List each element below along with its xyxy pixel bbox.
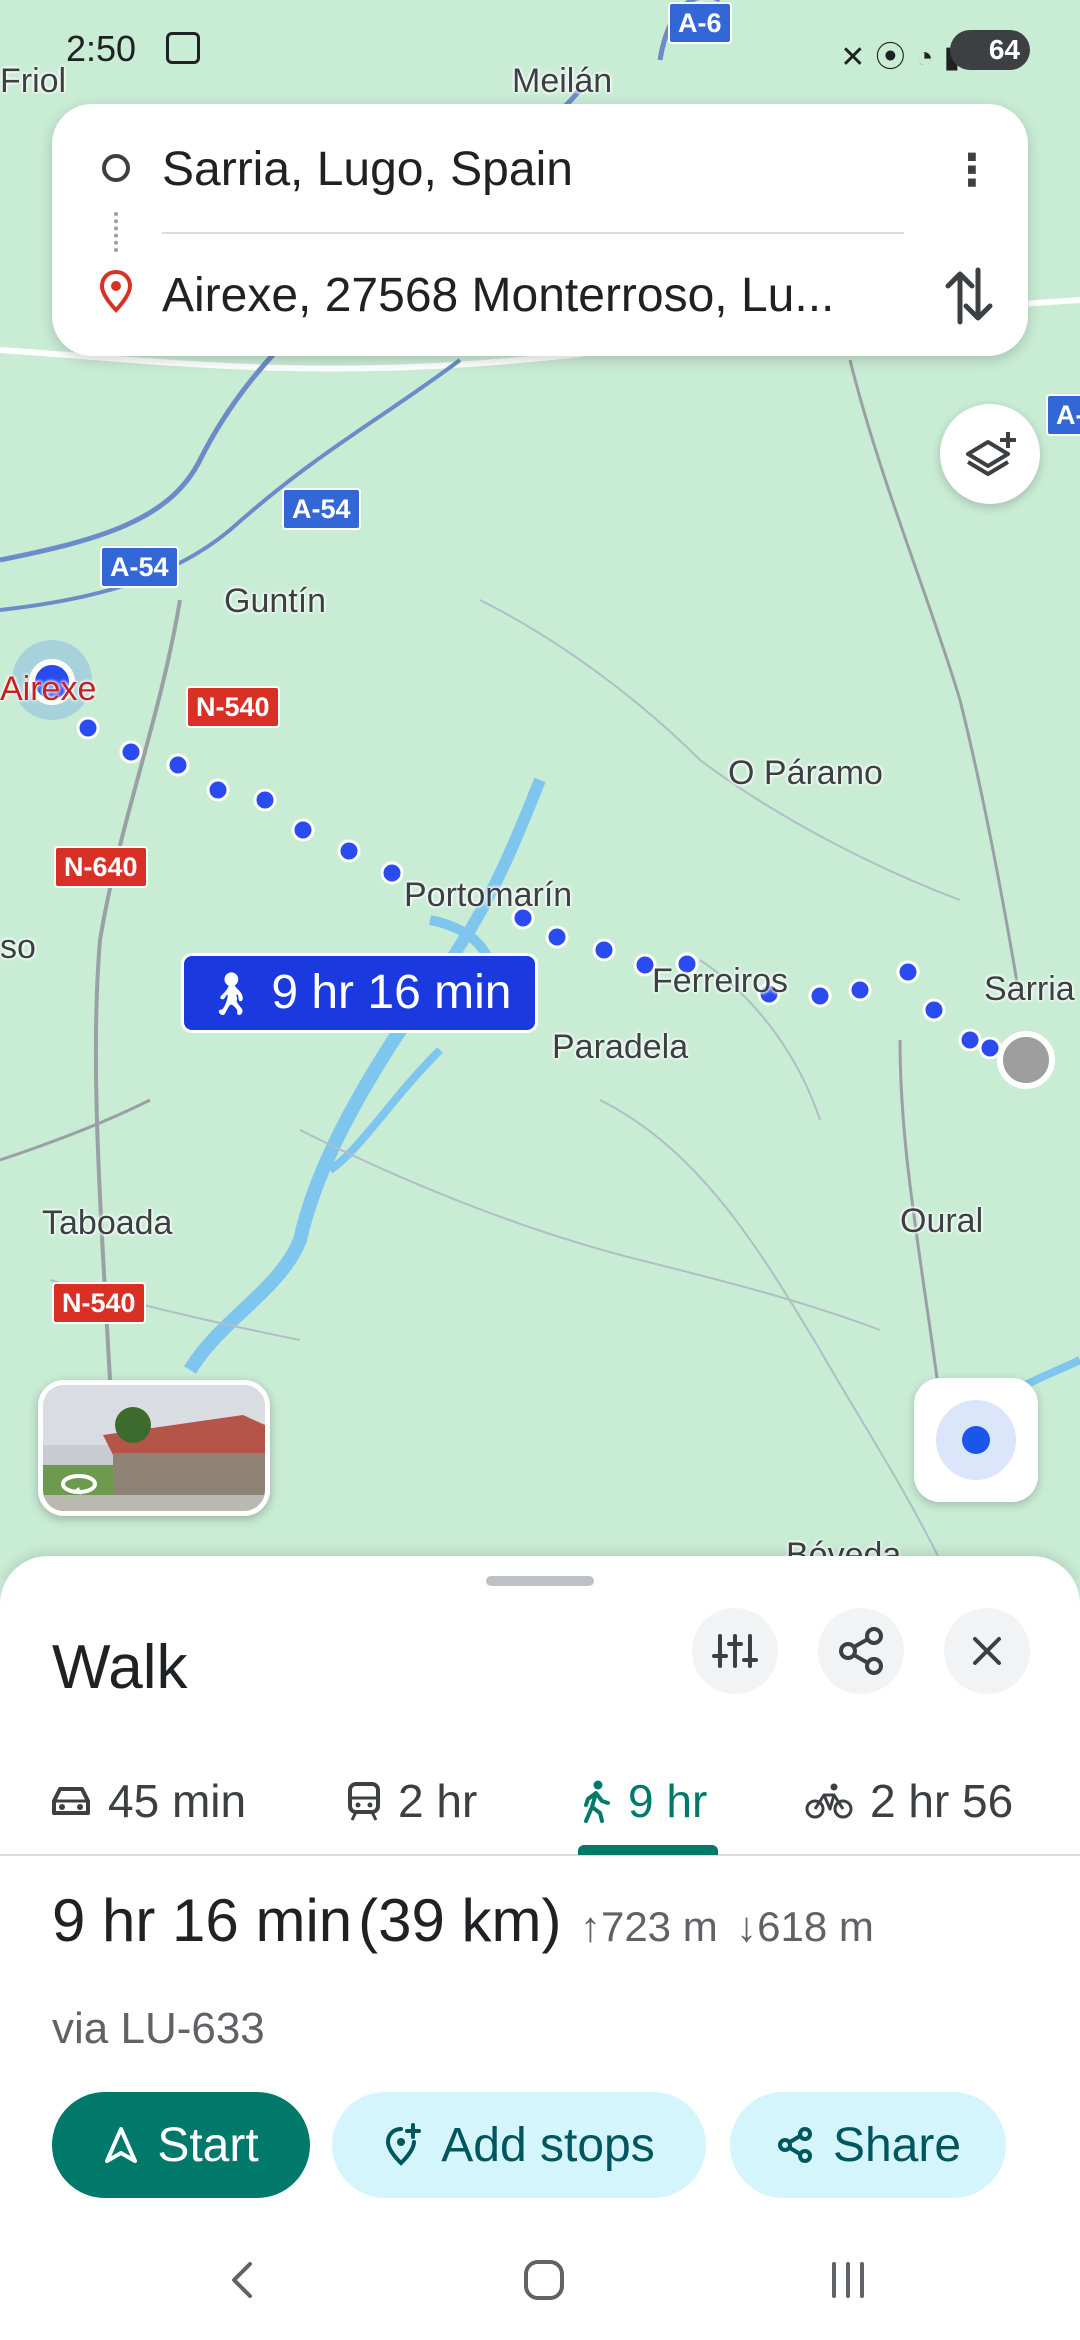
road xyxy=(93,599,182,1381)
road xyxy=(479,599,961,901)
layers-button[interactable] xyxy=(940,404,1040,504)
ascent-value: 723 m xyxy=(600,1903,718,1950)
tab-cycling[interactable]: 2 hr 56 xyxy=(804,1746,1013,1856)
wifi-icon: ◔ xyxy=(915,41,944,74)
route-duration: 9 hr 16 min xyxy=(52,1887,353,1954)
road-shield: A-54 xyxy=(282,488,361,530)
location-icon: ⦿ xyxy=(875,41,916,74)
add-location-icon xyxy=(386,2123,422,2166)
origin-marker[interactable] xyxy=(997,1031,1055,1089)
road-shield: N-540 xyxy=(52,1282,146,1324)
place-label: Taboada xyxy=(42,1204,173,1242)
walk-icon: 🚶︎ xyxy=(204,970,258,1017)
destination-pin-icon xyxy=(99,269,133,313)
route-options-button[interactable] xyxy=(692,1608,778,1694)
system-nav-bar xyxy=(0,2220,1080,2340)
arrow-down-icon: ↓ xyxy=(736,1903,758,1950)
route-duration-text: 9 hr 16 min xyxy=(271,966,512,1019)
route-duration-label[interactable]: 🚶︎ 9 hr 16 min xyxy=(184,956,536,1030)
recents-button[interactable] xyxy=(818,2250,878,2310)
ascent-info: ↑723 m xyxy=(580,1903,718,1950)
road xyxy=(299,1129,881,1331)
status-bar: 2:50 ✕⦿◔▮ 64 xyxy=(0,20,1080,80)
recents-icon xyxy=(832,2262,864,2298)
back-icon xyxy=(232,2262,252,2298)
add-stops-button[interactable]: Add stops xyxy=(332,2092,706,2198)
road xyxy=(599,1099,941,1561)
active-tab-indicator xyxy=(578,1845,718,1855)
place-label: so xyxy=(0,928,36,966)
bike-icon xyxy=(805,1783,853,1819)
my-location-button[interactable] xyxy=(914,1378,1038,1502)
mute-icon: ✕ xyxy=(840,41,876,74)
descent-value: 618 m xyxy=(757,1903,874,1950)
origin-circle-icon xyxy=(102,154,130,182)
place-label: Oural xyxy=(900,1202,984,1240)
place-label: Portomarín xyxy=(404,876,573,914)
river xyxy=(183,996,426,1374)
share-button[interactable]: Share xyxy=(730,2092,1006,2198)
route-distance: (39 km) xyxy=(358,1887,562,1954)
place-label: Paradela xyxy=(552,1028,689,1066)
route-via: via LU-633 xyxy=(52,2004,265,2053)
share-button-label: Share xyxy=(832,2118,962,2172)
sheet-title: Walk xyxy=(52,1633,188,1702)
share-icon xyxy=(839,1627,883,1675)
road xyxy=(0,1098,151,1162)
add-stops-label: Add stops xyxy=(441,2118,655,2172)
tab-cycling-label: 2 hr 56 xyxy=(870,1775,1014,1827)
travel-mode-tabs: 45 min 2 hr 9 hr 2 hr 56 xyxy=(0,1746,1080,1856)
layers-icon xyxy=(966,432,1016,476)
tab-walking[interactable]: 9 hr xyxy=(580,1746,707,1856)
home-icon xyxy=(524,2260,564,2300)
share-icon-button[interactable] xyxy=(818,1608,904,1694)
drag-handle[interactable] xyxy=(486,1576,594,1586)
road-shield: N-640 xyxy=(54,846,148,888)
home-button[interactable] xyxy=(514,2250,574,2310)
road-shield: N-540 xyxy=(186,686,280,728)
tab-driving-label: 45 min xyxy=(108,1775,247,1827)
start-button-label: Start xyxy=(157,2118,259,2172)
origin-field[interactable]: Sarria, Lugo, Spain xyxy=(162,142,573,197)
road-shield: A- xyxy=(1046,394,1080,436)
tab-driving[interactable]: 45 min xyxy=(50,1746,246,1856)
start-button[interactable]: Start xyxy=(52,2092,310,2198)
origin-label: Sarria xyxy=(984,970,1075,1008)
navigation-arrow-icon xyxy=(105,2127,138,2163)
directions-card: Sarria, Lugo, Spain ⋮ Airexe, 27568 Mont… xyxy=(52,104,1028,356)
close-button[interactable] xyxy=(944,1608,1030,1694)
battery-indicator: 64 xyxy=(950,30,1030,70)
car-icon xyxy=(52,1787,90,1815)
arrow-up-icon: ↑ xyxy=(579,1903,601,1950)
origin-row[interactable]: Sarria, Lugo, Spain ⋮ xyxy=(52,120,1028,220)
share-icon xyxy=(777,2127,812,2163)
descent-info: ↓618 m xyxy=(736,1903,874,1950)
street-view-thumbnail[interactable] xyxy=(38,1380,270,1516)
clock: 2:50 xyxy=(66,28,137,69)
place-label: Ferreiros xyxy=(652,962,789,1000)
walk-icon xyxy=(584,1780,610,1823)
screenshot-icon xyxy=(166,32,200,64)
train-icon xyxy=(348,1782,380,1821)
360-icon xyxy=(61,1474,97,1495)
destination-field[interactable]: Airexe, 27568 Monterroso, Lu... xyxy=(162,268,834,323)
divider xyxy=(162,232,904,234)
place-label: Guntín xyxy=(224,582,327,620)
tune-icon xyxy=(712,1634,758,1668)
highway xyxy=(0,358,462,612)
route-summary[interactable]: 9 hr 16 min (39 km) ↑723 m ↓618 m xyxy=(52,1886,874,1955)
tab-walking-label: 9 hr xyxy=(628,1775,708,1827)
tab-transit[interactable]: 2 hr xyxy=(346,1746,477,1856)
swap-icon xyxy=(945,267,993,325)
my-location-icon xyxy=(936,1400,1016,1480)
place-label: O Páramo xyxy=(728,754,883,792)
tab-transit-label: 2 hr xyxy=(398,1775,478,1827)
destination-row[interactable]: Airexe, 27568 Monterroso, Lu... xyxy=(52,246,1028,346)
swap-button[interactable] xyxy=(934,256,1004,336)
back-button[interactable] xyxy=(214,2250,274,2310)
destination-label: Airexe xyxy=(0,670,97,708)
road-shield: A-54 xyxy=(100,546,179,588)
close-icon xyxy=(973,1637,1001,1665)
more-options-button[interactable]: ⋮ xyxy=(950,146,994,206)
